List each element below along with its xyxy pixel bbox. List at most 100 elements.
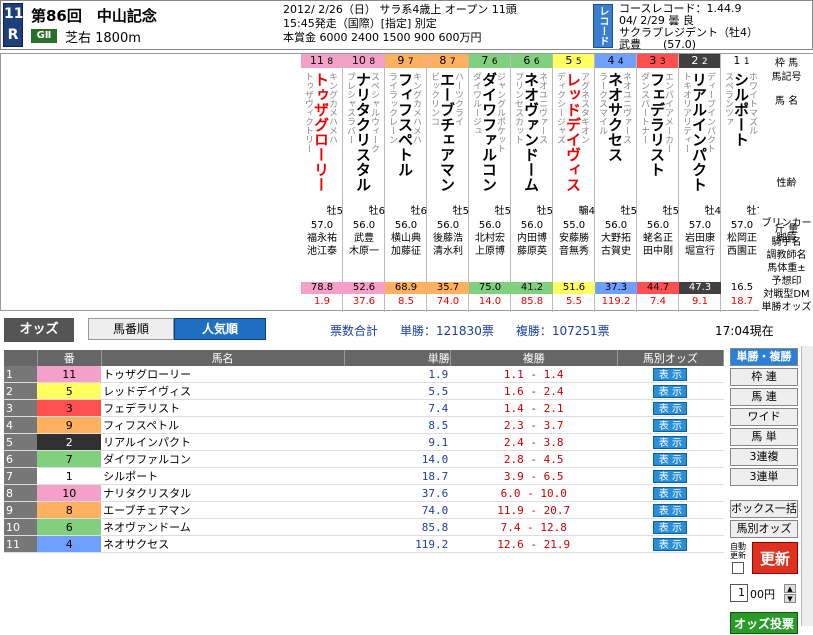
show-button[interactable]: 表 示 xyxy=(653,503,688,517)
dm-value: 35.7 xyxy=(427,282,469,294)
box-button[interactable]: ボックス一括 xyxy=(730,500,798,518)
frame-number: 7 6 xyxy=(469,54,510,68)
card-row-label: 単勝オッズ xyxy=(761,302,812,313)
rank: 10 xyxy=(4,518,38,536)
jockey[interactable]: 武豊 xyxy=(343,233,385,245)
table-row[interactable]: 9 8 エーブチェアマン 74.0 11.9 - 20.7 表 示 xyxy=(4,501,724,519)
column-header: 番 xyxy=(37,350,102,366)
jockey[interactable]: 岩田康 xyxy=(679,233,721,245)
show-button[interactable]: 表 示 xyxy=(653,384,688,398)
table-row[interactable]: 5 2 リアルインパクト 9.1 2.4 - 3.8 表 示 xyxy=(4,433,724,451)
show-button[interactable]: 表 示 xyxy=(653,520,688,534)
show-button[interactable]: 表 示 xyxy=(653,418,688,432)
amount-down-arrow-icon[interactable]: ▼ xyxy=(784,594,796,603)
table-row[interactable]: 4 9 フィフスペトル 8.5 2.3 - 3.7 表 示 xyxy=(4,416,724,434)
auto-refresh-checkbox[interactable] xyxy=(732,562,744,574)
vote-summary: 票数合計 単勝：121830票 複勝：107251票 xyxy=(330,324,610,338)
frame-number: 4 4 xyxy=(595,54,636,68)
horse-number: 10 xyxy=(37,484,102,502)
dam-name: ビックリンコ xyxy=(429,72,439,126)
place-odds: 7.4 - 12.8 xyxy=(450,518,618,536)
place-odds: 11.9 - 20.7 xyxy=(450,501,618,519)
bet-type-button[interactable]: 馬 連 xyxy=(730,388,798,406)
win-odds: 8.5 xyxy=(344,416,451,434)
frame-number: 11 8 xyxy=(301,54,342,68)
show-button[interactable]: 表 示 xyxy=(653,452,688,466)
table-row[interactable]: 8 10 ナリタクリスタル 37.6 6.0 - 10.0 表 示 xyxy=(4,484,724,502)
bet-type-button[interactable]: ワイド xyxy=(730,408,798,426)
jockey[interactable]: 内田博 xyxy=(511,233,553,245)
jockey[interactable]: 大野拓 xyxy=(595,233,637,245)
show-button[interactable]: 表 示 xyxy=(653,435,688,449)
horse-number: 11 xyxy=(37,366,102,383)
jockey[interactable]: 福永祐 xyxy=(301,233,343,245)
dam-name: ダイワルージュ xyxy=(471,72,481,135)
jockey[interactable]: 安藤勝 xyxy=(553,233,595,245)
bet-type-button[interactable]: 3連複 xyxy=(730,448,798,466)
jockey[interactable]: 後藤浩 xyxy=(427,233,469,245)
horse-name: ネオヴァンドーム xyxy=(101,518,344,536)
show-button[interactable]: 表 示 xyxy=(653,469,688,483)
table-row[interactable]: 6 7 ダイワファルコン 14.0 2.8 - 4.5 表 示 xyxy=(4,450,724,468)
bet-type-button[interactable]: 枠 連 xyxy=(730,368,798,386)
card-row-labels: 枠 馬馬記号馬 名性齢 ブリンカー 脚質斤 量騎手名 調教師名 馬体重± 予想印 対戦型DM… xyxy=(759,54,813,313)
table-row[interactable]: 2 5 レッドデイヴィス 5.5 1.6 - 2.4 表 示 xyxy=(4,382,724,400)
sire-name: ジャングルポケット xyxy=(495,72,505,153)
race-number-badge: 11 R xyxy=(3,3,23,47)
place-odds: 2.8 - 4.5 xyxy=(450,450,618,468)
frame-number: 6 6 xyxy=(511,54,552,68)
rank: 7 xyxy=(4,467,38,485)
horse-odds-button[interactable]: 馬別オッズ xyxy=(730,520,798,538)
horse-column: 6 6 ネオヴァンドーム ネオユニヴァース プリンセスカット 牡5 56.0 内田博 藤原英 4… xyxy=(511,54,553,312)
tab-by-number[interactable]: 馬番順 xyxy=(88,318,174,340)
trainer: 上原博 xyxy=(475,246,505,257)
record-badge: レコード xyxy=(593,4,613,48)
column-header: 単勝 xyxy=(344,350,451,366)
trainer: 清水利 xyxy=(433,246,463,257)
horse-column: 5 5 レッドデイヴィス アグネスタキオン ディクシージャズ 騸4 55.0 安藤勝 音無秀 5… xyxy=(553,54,595,312)
bet-type-button[interactable]: 単勝・複勝 xyxy=(730,348,798,366)
win-odds: 9.1 xyxy=(692,296,708,307)
table-row[interactable]: 3 3 フェデラリスト 7.4 1.4 - 2.1 表 示 xyxy=(4,399,724,417)
sire-name: スペシャルウィーク xyxy=(369,72,379,153)
horse-number: 4 xyxy=(37,535,102,553)
show-button[interactable]: 表 示 xyxy=(653,486,688,500)
odds-vote-button[interactable]: オッズ投票 xyxy=(730,612,798,634)
bet-type-button[interactable]: 馬 単 xyxy=(730,428,798,446)
show-button[interactable]: 表 示 xyxy=(653,367,688,381)
amount-input[interactable]: 1 xyxy=(730,584,748,602)
horse-name: トゥザグローリー xyxy=(101,366,344,383)
refresh-button[interactable]: 更新 xyxy=(752,542,798,574)
horse-column: 2 2 リアルインパクト ディープインパクト トキオリアリティー 牡4 57.0 岩田康 堀宣… xyxy=(679,54,721,312)
rank: 6 xyxy=(4,450,38,468)
table-row[interactable]: 7 1 シルポート 18.7 3.9 - 6.5 表 示 xyxy=(4,467,724,485)
win-odds: 18.7 xyxy=(344,467,451,485)
jockey[interactable]: 蛯名正 xyxy=(637,233,679,245)
dm-value: 47.3 xyxy=(679,282,721,294)
place-odds: 2.3 - 3.7 xyxy=(450,416,618,434)
sire-name: キングカメハメハ xyxy=(327,72,337,144)
place-odds: 3.9 - 6.5 xyxy=(450,467,618,485)
show-button[interactable]: 表 示 xyxy=(653,401,688,415)
tab-by-popularity[interactable]: 人気順 xyxy=(174,318,266,340)
sex-age: 牡5 xyxy=(620,206,637,217)
jockey[interactable]: 松岡正 xyxy=(721,233,763,245)
win-odds: 18.7 xyxy=(730,296,754,307)
table-row[interactable]: 1 11 トゥザグローリー 1.9 1.1 - 1.4 表 示 xyxy=(4,366,724,383)
dm-value: 44.7 xyxy=(637,282,679,294)
show-button[interactable]: 表 示 xyxy=(653,537,688,551)
table-row[interactable]: 10 6 ネオヴァンドーム 85.8 7.4 - 12.8 表 示 xyxy=(4,518,724,536)
jockey[interactable]: 北村宏 xyxy=(469,233,511,245)
dam-name: ダンスパートナー xyxy=(639,72,649,144)
table-row[interactable]: 11 4 ネオサクセス 119.2 12.6 - 21.9 表 示 xyxy=(4,535,724,553)
place-odds: 1.1 - 1.4 xyxy=(450,366,618,383)
amount-up-arrow-icon[interactable]: ▲ xyxy=(784,584,796,593)
odds-table: 番馬名 単勝 複勝 馬別オッズ 1 11 トゥザグローリー 1.9 1.1 - 1.4 表 示2… xyxy=(4,350,725,553)
scrollbar[interactable] xyxy=(801,346,813,626)
jockey[interactable]: 横山典 xyxy=(385,233,427,245)
weight: 56.0 xyxy=(394,220,418,231)
horse-column: 3 3 フェデラリスト エンパイアメーカー ダンスパートナー 牡5 56.0 蛯名正 田中剛 4… xyxy=(637,54,679,312)
horse-name: エーブチェアマン xyxy=(101,501,344,519)
bet-type-button[interactable]: 3連単 xyxy=(730,468,798,486)
trainer: 木原一 xyxy=(349,246,379,257)
